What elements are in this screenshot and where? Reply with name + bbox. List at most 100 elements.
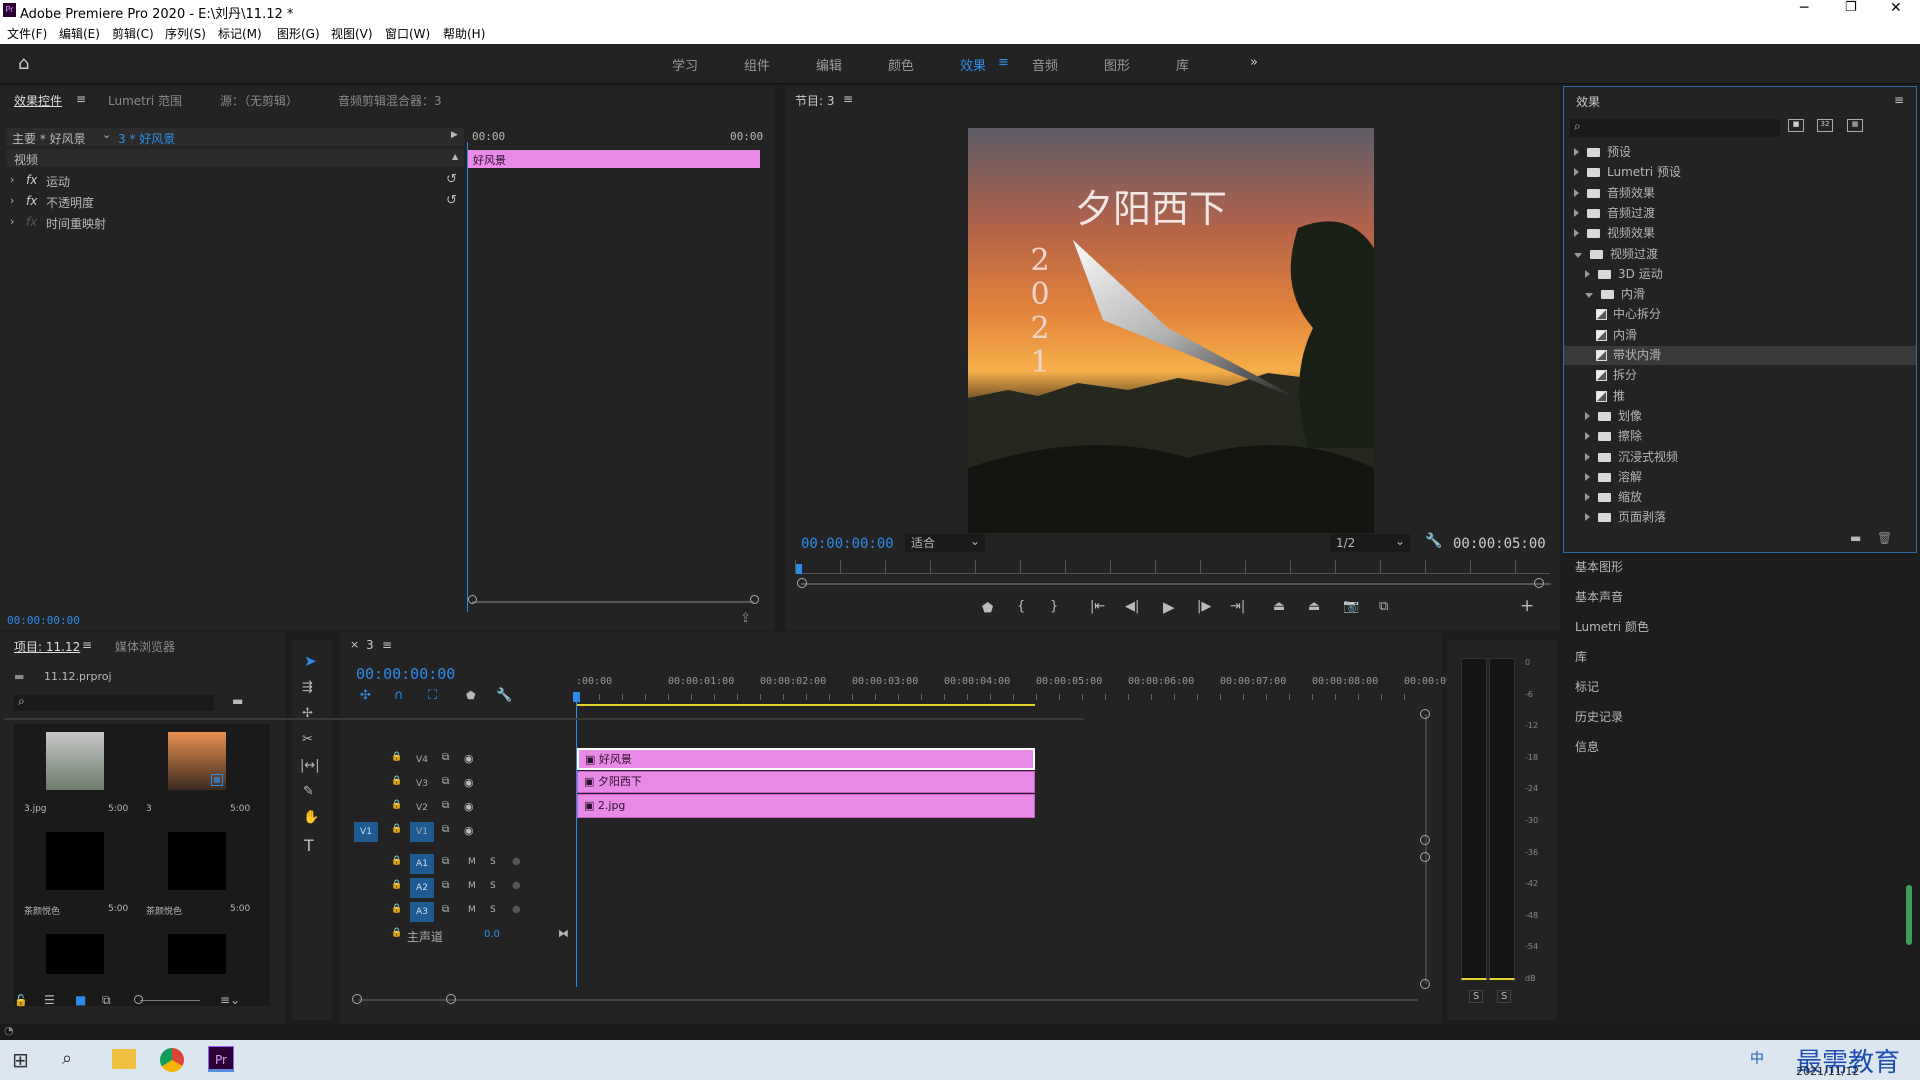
effects-tree-item[interactable]: 视频效果 xyxy=(1564,224,1916,243)
menu-edit[interactable]: 编辑(E) xyxy=(59,25,100,42)
lock-icon[interactable]: 🔒 xyxy=(391,928,402,938)
lock-icon[interactable]: 🔒 xyxy=(391,752,402,762)
lock-icon[interactable]: 🔒 xyxy=(391,904,402,914)
program-title[interactable]: 节目: 3 xyxy=(795,92,835,109)
resolution-dropdown[interactable]: 1/2 ⌄ xyxy=(1330,534,1410,552)
panel-markers[interactable]: 标记 xyxy=(1575,678,1599,695)
effects-tree-item[interactable]: 溶解 xyxy=(1564,468,1916,487)
lock-icon[interactable]: 🔒 xyxy=(391,800,402,810)
eye-icon[interactable]: ◉ xyxy=(464,752,474,765)
razor-tool-icon[interactable]: ✂ xyxy=(302,732,313,747)
delete-icon[interactable]: 🗑 xyxy=(1877,531,1892,545)
effects-tree-item[interactable]: 视频过渡 xyxy=(1564,245,1916,264)
track-target-button[interactable]: V4 xyxy=(410,750,434,770)
expand-icon[interactable] xyxy=(1574,168,1579,177)
file-explorer-icon[interactable] xyxy=(112,1049,136,1069)
mark-in-icon[interactable]: { xyxy=(1017,599,1025,614)
track-target-button[interactable]: V1 xyxy=(410,822,434,842)
extract-icon[interactable]: ⏏ xyxy=(1308,599,1320,614)
expand-icon[interactable] xyxy=(1585,432,1590,441)
new-bin-icon[interactable]: ▬ xyxy=(232,694,243,708)
menu-help[interactable]: 帮助(H) xyxy=(443,25,485,42)
prop-motion[interactable]: › fx 运动 ↺ xyxy=(6,171,464,191)
scroll-handle-top[interactable] xyxy=(1420,709,1430,719)
panel-info[interactable]: 信息 xyxy=(1575,738,1599,755)
effects-tree-item[interactable]: 内滑 xyxy=(1564,285,1916,304)
master-value[interactable]: 0.0 xyxy=(484,929,500,940)
horizontal-scrollbar[interactable] xyxy=(358,999,1418,1001)
sync-lock-icon[interactable]: ⧉ xyxy=(442,880,449,891)
new-bin-icon[interactable]: ▬ xyxy=(1850,531,1861,545)
effects-tree-item[interactable]: 3D 运动 xyxy=(1564,265,1916,284)
zoom-slider-handle[interactable] xyxy=(134,995,143,1004)
slip-tool-icon[interactable]: |↔| xyxy=(300,758,320,773)
home-icon[interactable]: ⌂ xyxy=(18,53,29,74)
lock-icon[interactable]: 🔒 xyxy=(391,856,402,866)
windows-start-icon[interactable]: ⊞ xyxy=(12,1048,29,1072)
mute-button[interactable]: M xyxy=(468,905,476,915)
play-clip-icon[interactable]: ▶ xyxy=(451,130,458,140)
panel-essential-sound[interactable]: 基本声音 xyxy=(1575,588,1623,605)
scroll-handle-left[interactable] xyxy=(797,578,807,588)
effects-tree-item[interactable]: 划像 xyxy=(1564,407,1916,426)
scroll-slider-right[interactable] xyxy=(1906,885,1912,945)
workspace-graphics[interactable]: 图形 xyxy=(1104,55,1130,74)
expand-icon[interactable] xyxy=(1574,229,1579,238)
effects-tree-item[interactable]: 中心拆分 xyxy=(1564,305,1916,324)
program-timecode[interactable]: 00:00:00:00 xyxy=(801,536,894,552)
mic-icon[interactable]: ● xyxy=(512,904,521,915)
menu-window[interactable]: 窗口(W) xyxy=(385,25,430,42)
tab-source[interactable]: 源：（无剪辑） xyxy=(220,92,298,109)
eye-icon[interactable]: ◉ xyxy=(464,776,474,789)
solo-left-button[interactable]: S xyxy=(1469,990,1484,1003)
expand-icon[interactable] xyxy=(1585,513,1590,522)
more-workspaces-icon[interactable]: » xyxy=(1250,55,1258,70)
panel-menu-icon[interactable]: ≡ xyxy=(82,638,92,652)
maximize-button[interactable]: ❐ xyxy=(1845,0,1857,15)
fx-icon[interactable]: fx xyxy=(26,194,37,208)
effects-tree-item[interactable]: 内滑 xyxy=(1564,326,1916,345)
effects-tree-item[interactable]: 页面剥落 xyxy=(1564,508,1916,527)
ec-clip-bar[interactable]: 好风景 xyxy=(468,150,760,168)
fit-dropdown[interactable]: 适合 ⌄ xyxy=(905,534,985,552)
step-back-icon[interactable]: ◀| xyxy=(1125,599,1139,614)
mic-icon[interactable]: ● xyxy=(512,856,521,867)
workspace-audio[interactable]: 音频 xyxy=(1032,55,1058,74)
ime-indicator[interactable]: 中 xyxy=(1750,1048,1764,1068)
zoom-slider[interactable] xyxy=(140,1000,200,1001)
program-playhead[interactable] xyxy=(796,564,802,574)
chrome-icon[interactable] xyxy=(160,1048,184,1072)
mark-out-icon[interactable]: } xyxy=(1050,599,1058,614)
track-target-button[interactable]: V3 xyxy=(410,774,434,794)
workspace-color[interactable]: 颜色 xyxy=(888,55,914,74)
panel-menu-icon[interactable]: ≡ xyxy=(76,92,86,106)
eye-icon[interactable]: ◉ xyxy=(464,824,474,837)
prop-opacity[interactable]: › fx 不透明度 ↺ xyxy=(6,192,464,212)
project-item-thumb-more2[interactable] xyxy=(168,934,226,974)
ec-timecode[interactable]: 00:00:00:00 xyxy=(7,614,80,627)
effects-tree-item[interactable]: 预设 xyxy=(1564,143,1916,162)
sort-icon[interactable]: ≡⌄ xyxy=(220,993,240,1007)
project-search-input[interactable]: ⌕ xyxy=(14,694,214,711)
camera-icon[interactable]: 📷 xyxy=(1343,599,1359,614)
track-target-button[interactable]: A1 xyxy=(410,854,434,874)
expand-icon[interactable] xyxy=(1574,188,1579,197)
panel-history[interactable]: 历史记录 xyxy=(1575,708,1623,725)
freeform-view-icon[interactable]: ⧉ xyxy=(102,993,111,1008)
sync-lock-icon[interactable]: ⧉ xyxy=(442,752,449,763)
go-to-end-icon[interactable]: ⧓ xyxy=(558,927,569,940)
scroll-handle-right[interactable] xyxy=(750,595,759,604)
chevron-down-icon[interactable]: ⌄ xyxy=(102,128,111,141)
vertical-scrollbar[interactable] xyxy=(1425,714,1427,984)
workspace-learn[interactable]: 学习 xyxy=(672,55,698,74)
program-ruler[interactable] xyxy=(795,560,1550,574)
effects-tree-item[interactable]: 带状内滑 xyxy=(1564,346,1916,365)
mic-icon[interactable]: ● xyxy=(512,880,521,891)
source-patch-button[interactable]: V1 xyxy=(354,822,378,842)
export-icon[interactable]: ⇪ xyxy=(740,611,751,626)
eye-icon[interactable]: ◉ xyxy=(464,800,474,813)
effects-tree-item[interactable]: Lumetri 预设 xyxy=(1564,163,1916,182)
compare-view-icon[interactable]: ⧉ xyxy=(1379,599,1388,614)
workspace-effects[interactable]: 效果 xyxy=(960,55,986,74)
ec-playhead[interactable] xyxy=(467,142,468,612)
